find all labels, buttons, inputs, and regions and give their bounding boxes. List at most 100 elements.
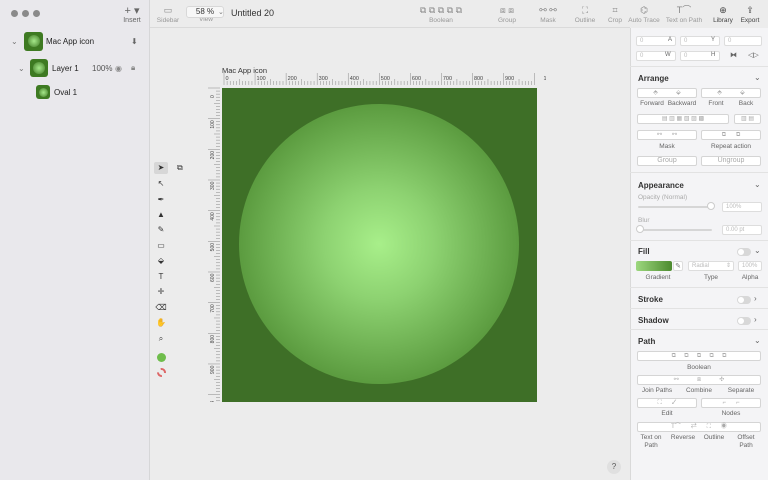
align-buttons[interactable]: ▤ ▥ ▦ ▧ ▨ ▩: [637, 114, 729, 124]
pin-icon[interactable]: ⬇: [131, 37, 138, 46]
ruler-tick-label: 800: [210, 335, 216, 344]
export-button[interactable]: ⇪ Export: [738, 4, 762, 24]
chevron-down-icon[interactable]: ⌄: [754, 246, 761, 255]
chevron-right-icon[interactable]: ›: [754, 294, 757, 303]
forward-backward-buttons[interactable]: ⬘ ⬙: [637, 88, 697, 98]
horizontal-ruler: 0 100 200 300 400 500 600 700 800 900 1024: [223, 73, 547, 85]
tool-options-icon[interactable]: ⧉: [177, 163, 183, 173]
shadow-section-title[interactable]: Shadow: [638, 316, 669, 325]
group-button[interactable]: Group: [637, 156, 697, 166]
ruler-tick-label: 1024: [544, 76, 547, 82]
angle-field[interactable]: 0: [724, 36, 762, 46]
export-label: Export: [740, 17, 760, 24]
fill-tool-icon[interactable]: ⬙: [154, 255, 168, 267]
nodes-buttons[interactable]: ⌐ ⌐: [701, 398, 761, 408]
layer-row-oval[interactable]: Oval 1: [0, 81, 150, 103]
chevron-down-icon[interactable]: ⌄: [18, 64, 25, 73]
layer-row-artboard[interactable]: ⌄ Mac App icon ⬇: [0, 30, 150, 52]
path-ops-buttons[interactable]: T⌒ ⇄ ⛶ ◉: [637, 422, 761, 432]
blur-field[interactable]: 0.00 pt: [722, 225, 762, 235]
join-paths-label: Join Paths: [641, 387, 673, 394]
fill-type-select[interactable]: Radial ⇕: [688, 261, 734, 271]
stroke-toggle[interactable]: [737, 296, 751, 304]
zoom-window-button[interactable]: [33, 10, 40, 17]
rectangle-tool-icon[interactable]: ▭: [154, 240, 168, 252]
join-combine-separate-buttons[interactable]: ⚯ ⧈ ✣: [637, 375, 761, 385]
chevron-down-icon[interactable]: ⌄: [754, 336, 761, 345]
chevron-down-icon[interactable]: ⌄: [11, 37, 18, 46]
alpha-field[interactable]: 100%: [738, 261, 762, 271]
chevron-down-icon[interactable]: ⌄: [754, 180, 761, 189]
front-label: Front: [708, 100, 724, 107]
fill-toggle[interactable]: [737, 248, 751, 256]
boolean-button[interactable]: ⧉ ⧉ ⧉ ⧉ ⧉ Boolean: [406, 4, 476, 24]
front-back-buttons[interactable]: ⬘ ⬙: [701, 88, 761, 98]
text-on-path-button[interactable]: T⌒ Text on Path: [664, 4, 704, 24]
appearance-section-title[interactable]: Appearance: [638, 181, 684, 190]
opacity-value: 100%: [726, 204, 742, 210]
auto-trace-button[interactable]: ⌬ Auto Trace: [628, 4, 660, 24]
insert-button[interactable]: + ▾ Insert: [120, 6, 144, 25]
close-window-button[interactable]: [11, 10, 18, 17]
chevron-right-icon[interactable]: ›: [754, 315, 757, 324]
path-section-title[interactable]: Path: [638, 337, 655, 346]
ruler-tick-label: 300: [319, 76, 328, 82]
repeat-action-buttons[interactable]: ⧉ ⧉: [701, 130, 761, 140]
chevron-down-icon[interactable]: ⌄: [754, 73, 761, 82]
fill-color-swatch[interactable]: [154, 353, 168, 365]
ruler-tick-label: 1024: [210, 401, 216, 402]
brush-tool-icon[interactable]: ✎: [154, 224, 168, 236]
opacity-slider[interactable]: [638, 206, 712, 208]
chevron-down-icon[interactable]: ⌄: [218, 8, 224, 16]
sidebar-button[interactable]: ▭ Sidebar: [156, 4, 180, 24]
eyedropper-icon[interactable]: ✎: [673, 261, 683, 271]
library-button[interactable]: ⊕ Library: [712, 4, 734, 24]
artboard[interactable]: [222, 88, 537, 402]
h-label: H: [711, 52, 716, 58]
ungroup-button[interactable]: Ungroup: [701, 156, 761, 166]
transform-tool-icon[interactable]: ✛: [154, 286, 168, 298]
mask-buttons[interactable]: ⚯ ⚯: [637, 130, 697, 140]
shadow-toggle[interactable]: [737, 317, 751, 325]
minimize-window-button[interactable]: [22, 10, 29, 17]
outline-button[interactable]: ⛶ Outline: [572, 4, 598, 24]
group-button[interactable]: ⧈ ⧈ Group: [492, 4, 522, 24]
distribute-buttons[interactable]: ▥ ▤: [734, 114, 761, 124]
ruler-tick-label: 100: [257, 76, 266, 82]
arrange-section-title[interactable]: Arrange: [638, 74, 669, 83]
artboard-thumbnail: [24, 31, 43, 51]
help-button[interactable]: ?: [607, 460, 621, 474]
blur-slider-knob[interactable]: [636, 225, 644, 233]
opacity-field[interactable]: 100%: [722, 202, 762, 212]
crop-label: Crop: [607, 17, 623, 24]
ruler-tick-label: 600: [210, 273, 216, 282]
blur-slider[interactable]: [638, 229, 712, 231]
crop-button[interactable]: ⌗ Crop: [604, 4, 626, 24]
layer-row-layer1[interactable]: ⌄ Layer 1 100% ◉ 🔒︎: [0, 57, 150, 79]
pen-tool-icon[interactable]: ✒: [154, 194, 168, 206]
opacity-slider-knob[interactable]: [707, 202, 715, 210]
oval-shape[interactable]: [239, 104, 519, 384]
direct-select-tool-icon[interactable]: ↖: [154, 178, 168, 190]
stroke-color-swatch[interactable]: [154, 368, 168, 380]
mask-button[interactable]: ⚯ ⚯ Mask: [533, 4, 563, 24]
fill-section-title[interactable]: Fill: [638, 247, 650, 256]
lock-icon[interactable]: 🔒︎: [131, 63, 135, 73]
eraser-tool-icon[interactable]: ⌫: [154, 302, 168, 314]
edit-buttons[interactable]: ⛶ ✓: [637, 398, 697, 408]
vector-tool-icon[interactable]: ▲: [154, 209, 168, 221]
stroke-section-title[interactable]: Stroke: [638, 295, 663, 304]
sidebar-label: Sidebar: [156, 17, 180, 24]
select-tool-icon[interactable]: ➤: [154, 162, 168, 174]
fill-type-value: Radial: [692, 263, 710, 269]
text-tool-icon[interactable]: T: [154, 271, 168, 283]
hand-tool-icon[interactable]: ✋: [154, 317, 168, 329]
zoom-tool-icon[interactable]: ⌕: [154, 333, 168, 345]
separate-label: Separate: [727, 387, 755, 394]
flip-vertical-icon[interactable]: ◁▷: [748, 51, 759, 59]
gradient-swatch[interactable]: [636, 261, 672, 271]
flip-horizontal-icon[interactable]: ⧓: [730, 51, 737, 59]
path-boolean-buttons[interactable]: ⧉ ⧉ ⧉ ⧉ ⧉: [637, 351, 761, 361]
outline-label: Outline: [703, 434, 725, 441]
eye-icon[interactable]: ◉: [115, 64, 122, 73]
